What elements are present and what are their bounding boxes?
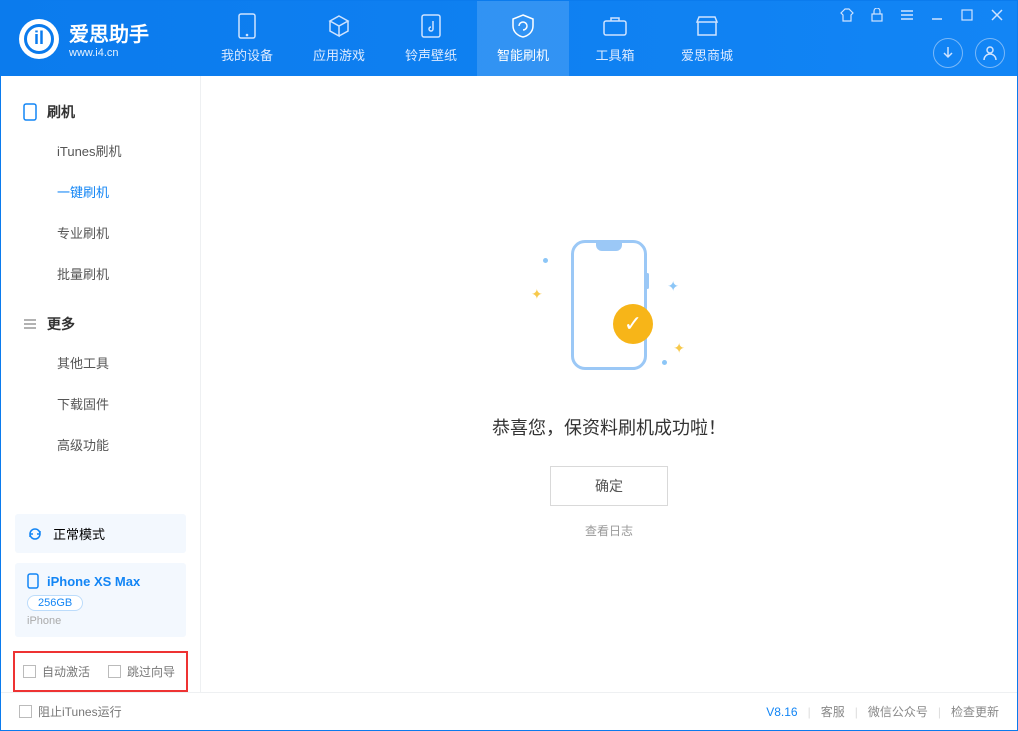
- checkbox-icon: [19, 705, 32, 718]
- menu-icon[interactable]: [899, 7, 915, 23]
- cube-icon: [326, 13, 352, 39]
- tab-toolbox[interactable]: 工具箱: [569, 1, 661, 76]
- tab-smart-flash[interactable]: 智能刷机: [477, 1, 569, 76]
- tab-store[interactable]: 爱思商城: [661, 1, 753, 76]
- checkbox-block-itunes[interactable]: 阻止iTunes运行: [19, 703, 122, 720]
- content-area: 刷机 iTunes刷机 一键刷机 专业刷机 批量刷机 更多 其他工具 下载固件 …: [1, 76, 1017, 692]
- checkbox-skip-guide[interactable]: 跳过向导: [108, 663, 175, 680]
- sidebar-item-download-firmware[interactable]: 下载固件: [1, 383, 200, 424]
- check-update-link[interactable]: 检查更新: [951, 703, 999, 720]
- checkbox-highlight-box: 自动激活 跳过向导: [13, 651, 188, 692]
- shirt-icon[interactable]: [839, 7, 855, 23]
- ok-button[interactable]: 确定: [550, 466, 668, 506]
- phone-outline-icon: [23, 103, 37, 121]
- checkbox-icon: [108, 665, 121, 678]
- wechat-link[interactable]: 微信公众号: [868, 703, 928, 720]
- tab-label: 铃声壁纸: [405, 45, 457, 64]
- logo-area: il 爱思助手 www.i4.cn: [1, 18, 201, 59]
- app-logo-icon: il: [19, 19, 59, 59]
- sidebar: 刷机 iTunes刷机 一键刷机 专业刷机 批量刷机 更多 其他工具 下载固件 …: [1, 76, 201, 692]
- sidebar-item-advanced[interactable]: 高级功能: [1, 424, 200, 465]
- sync-icon: [27, 526, 43, 542]
- main-tabs: 我的设备 应用游戏 铃声壁纸 智能刷机 工具箱 爱思商城: [201, 1, 753, 76]
- sidebar-item-one-click-flash[interactable]: 一键刷机: [1, 171, 200, 212]
- tab-label: 智能刷机: [497, 45, 549, 64]
- brand-name: 爱思助手: [69, 18, 149, 47]
- main-panel: ✦ ✓ ✦ ✦ 恭喜您，保资料刷机成功啦！ 确定 查看日志: [201, 76, 1017, 692]
- download-button[interactable]: [933, 38, 963, 68]
- phone-icon: [27, 573, 39, 589]
- tab-apps-games[interactable]: 应用游戏: [293, 1, 385, 76]
- music-file-icon: [418, 13, 444, 39]
- tab-label: 应用游戏: [313, 45, 365, 64]
- device-mode-label: 正常模式: [53, 524, 105, 543]
- sidebar-item-batch-flash[interactable]: 批量刷机: [1, 253, 200, 294]
- sidebar-section-flash: 刷机: [1, 94, 200, 130]
- tab-ringtone-wallpaper[interactable]: 铃声壁纸: [385, 1, 477, 76]
- list-icon: [23, 317, 37, 331]
- phone-icon: [234, 13, 260, 39]
- sidebar-item-pro-flash[interactable]: 专业刷机: [1, 212, 200, 253]
- device-name-label: iPhone XS Max: [47, 574, 140, 589]
- version-label: V8.16: [766, 705, 797, 719]
- success-illustration: ✦ ✓ ✦ ✦: [509, 230, 709, 390]
- titlebar: il 爱思助手 www.i4.cn 我的设备 应用游戏 铃声壁纸 智能刷机 工具…: [1, 1, 1017, 76]
- checkbox-auto-activate[interactable]: 自动激活: [23, 663, 90, 680]
- user-button[interactable]: [975, 38, 1005, 68]
- toolbox-icon: [602, 13, 628, 39]
- device-info-card[interactable]: iPhone XS Max 256GB iPhone: [15, 563, 186, 637]
- refresh-shield-icon: [510, 13, 536, 39]
- tab-my-device[interactable]: 我的设备: [201, 1, 293, 76]
- checkbox-icon: [23, 665, 36, 678]
- minimize-icon[interactable]: [929, 7, 945, 23]
- sidebar-item-other-tools[interactable]: 其他工具: [1, 342, 200, 383]
- checkmark-badge-icon: ✓: [613, 304, 653, 344]
- device-capacity-badge: 256GB: [27, 595, 83, 611]
- device-mode-card[interactable]: 正常模式: [15, 514, 186, 553]
- support-link[interactable]: 客服: [821, 703, 845, 720]
- sidebar-section-more: 更多: [1, 306, 200, 342]
- lock-icon[interactable]: [869, 7, 885, 23]
- tab-label: 工具箱: [595, 45, 634, 64]
- view-log-link[interactable]: 查看日志: [585, 522, 633, 539]
- success-message: 恭喜您，保资料刷机成功啦！: [492, 414, 726, 440]
- statusbar: 阻止iTunes运行 V8.16 | 客服 | 微信公众号 | 检查更新: [1, 692, 1017, 730]
- device-type-label: iPhone: [27, 615, 174, 627]
- window-controls: [839, 1, 1017, 76]
- close-icon[interactable]: [989, 7, 1005, 23]
- tab-label: 爱思商城: [681, 45, 733, 64]
- sidebar-item-itunes-flash[interactable]: iTunes刷机: [1, 130, 200, 171]
- brand-url: www.i4.cn: [69, 47, 149, 59]
- store-icon: [694, 13, 720, 39]
- maximize-icon[interactable]: [959, 7, 975, 23]
- tab-label: 我的设备: [221, 45, 273, 64]
